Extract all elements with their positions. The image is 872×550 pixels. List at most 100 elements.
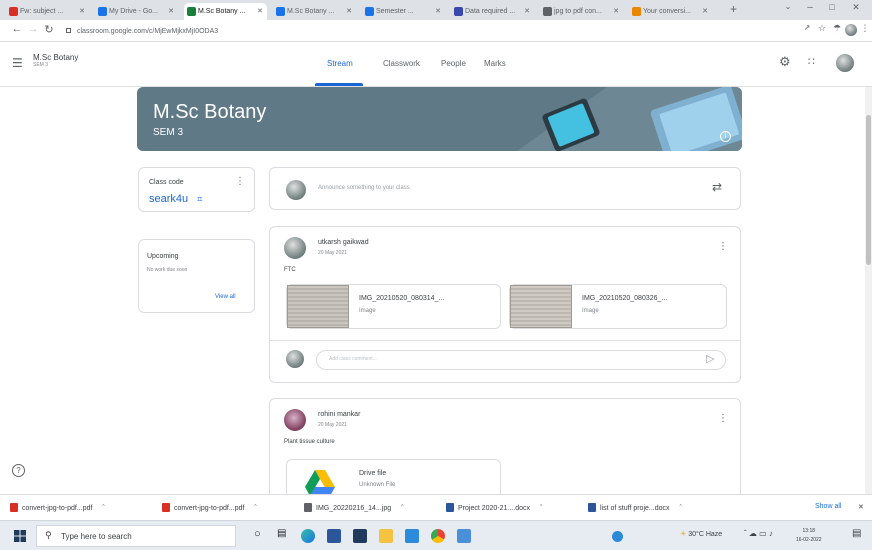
url-field[interactable]: classroom.google.com/c/MjEwMjkxMjI0ODA3	[66, 24, 746, 39]
close-tab-icon[interactable]: ✕	[613, 3, 619, 20]
cortana-icon[interactable]: ○	[254, 528, 261, 540]
maximize-button[interactable]: □	[822, 2, 842, 12]
tab-search-button[interactable]: ⌄	[778, 2, 798, 11]
tab-stream[interactable]: Stream	[327, 59, 353, 68]
word-file-icon	[588, 503, 596, 512]
settings-gear-icon[interactable]: ⚙	[779, 54, 791, 70]
chevron-up-icon: ˆ	[401, 505, 404, 512]
class-code-value: seark4u ⌗	[149, 193, 203, 205]
banner-class-title[interactable]: M.Sc Botany	[153, 101, 266, 124]
tab-marks[interactable]: Marks	[484, 59, 506, 68]
post-more-icon[interactable]: ⋮	[718, 241, 728, 252]
tab-title: Semester ...	[376, 8, 414, 15]
banner-section: SEM 3	[153, 127, 184, 138]
repost-icon[interactable]: ⇄	[712, 180, 722, 194]
share-icon[interactable]: ↗	[800, 23, 814, 32]
class-section: SEM 3	[33, 62, 49, 68]
tab-favicon-icon	[276, 7, 285, 16]
class-code-more-icon[interactable]: ⋮	[235, 176, 245, 187]
extensions-icon[interactable]: ☂	[830, 23, 844, 34]
close-tab-icon[interactable]: ✕	[79, 3, 85, 20]
post-more-icon[interactable]: ⋮	[718, 413, 728, 424]
post-card: rohini mankar 20 May 2021 ⋮ Plant tissue…	[269, 398, 741, 508]
task-view-icon[interactable]: ▤	[277, 528, 286, 539]
announce-card[interactable]: Announce something to your class ⇄	[269, 167, 741, 210]
reload-button[interactable]: ↻	[42, 23, 56, 36]
download-item[interactable]: Project 2020-21....docx ˆ	[446, 503, 542, 512]
close-tab-icon[interactable]: ✕	[702, 3, 708, 20]
outlook-icon[interactable]	[405, 529, 419, 543]
browser-menu-icon[interactable]: ⋮	[858, 23, 872, 34]
class-info-icon[interactable]: i	[720, 131, 731, 142]
tray-app-icon[interactable]	[612, 531, 623, 542]
download-item[interactable]: convert-jpg-to-pdf...pdf ˆ	[162, 503, 257, 512]
apps-grid-icon[interactable]: ∷	[808, 55, 815, 68]
downloads-bar: convert-jpg-to-pdf...pdf ˆ convert-jpg-t…	[0, 494, 872, 520]
close-downloads-icon[interactable]: ✕	[858, 503, 864, 511]
close-tab-icon[interactable]: ✕	[257, 3, 263, 20]
comment-input[interactable]: Add class comment...	[316, 350, 726, 370]
help-icon[interactable]: ?	[12, 464, 25, 477]
close-tab-icon[interactable]: ✕	[524, 3, 530, 20]
app-icon[interactable]	[457, 529, 471, 543]
attachment-card[interactable]: IMG_20210520_080326_... Image	[509, 284, 727, 329]
fullscreen-icon[interactable]: ⌗	[197, 194, 202, 204]
tab-title: My Drive - Go...	[109, 8, 159, 15]
browser-tab[interactable]: Semester ... ✕	[362, 3, 445, 20]
file-explorer-icon[interactable]	[379, 529, 393, 543]
show-all-button[interactable]: Show all	[815, 503, 841, 510]
close-tab-icon[interactable]: ✕	[346, 3, 352, 20]
tab-favicon-icon	[9, 7, 18, 16]
class-name-title[interactable]: M.Sc Botany	[33, 53, 78, 62]
notifications-icon[interactable]: ▤	[852, 528, 861, 539]
tray-icons[interactable]: ˆ ☁ ▭ ♪	[744, 529, 773, 538]
browser-tab[interactable]: Your conversi... ✕	[629, 3, 712, 20]
google-drive-icon	[305, 470, 335, 496]
mail-icon[interactable]	[353, 529, 367, 543]
upcoming-title: Upcoming	[147, 253, 179, 260]
weather-widget[interactable]: ☀ 30°C Haze	[680, 530, 722, 538]
upcoming-message: No work due soon	[147, 267, 188, 273]
new-tab-button[interactable]: +	[730, 2, 737, 16]
hamburger-menu-icon[interactable]: ☰	[12, 56, 23, 70]
close-tab-icon[interactable]: ✕	[168, 3, 174, 20]
close-tab-icon[interactable]: ✕	[435, 3, 441, 20]
send-icon[interactable]: ▷	[706, 352, 714, 365]
minimize-button[interactable]: –	[800, 2, 820, 13]
close-window-button[interactable]: ✕	[846, 2, 866, 13]
store-icon[interactable]	[327, 529, 341, 543]
account-avatar[interactable]	[836, 54, 854, 72]
clock[interactable]: 13:18 16-02-2022	[796, 527, 822, 545]
edge-icon[interactable]	[301, 529, 315, 543]
browser-tab[interactable]: My Drive - Go... ✕	[95, 3, 178, 20]
browser-tab[interactable]: jpg to pdf con... ✕	[540, 3, 623, 20]
page-scrollbar[interactable]	[865, 87, 872, 494]
back-button[interactable]: ←	[10, 23, 24, 35]
download-item[interactable]: IMG_20220216_14...jpg ˆ	[304, 503, 403, 512]
classroom-header: ☰ M.Sc Botany SEM 3 Stream Classwork Peo…	[0, 43, 872, 87]
windows-start-icon[interactable]	[14, 530, 26, 542]
attachment-card[interactable]: IMG_20210520_080314_... Image	[286, 284, 501, 329]
bookmark-star-icon[interactable]: ☆	[815, 23, 829, 34]
chrome-icon[interactable]	[431, 529, 445, 543]
tab-favicon-icon	[543, 7, 552, 16]
tab-classwork[interactable]: Classwork	[383, 59, 420, 68]
forward-button[interactable]: →	[26, 23, 40, 35]
browser-tab[interactable]: Fw: subject ... ✕	[6, 3, 89, 20]
chevron-up-icon: ˆ	[539, 505, 543, 512]
scrollbar-thumb[interactable]	[866, 115, 871, 265]
clock-date: 16-02-2022	[796, 537, 822, 543]
announce-placeholder[interactable]: Announce something to your class	[318, 185, 410, 191]
clock-time: 13:18	[802, 528, 816, 534]
browser-tab[interactable]: Data required ... ✕	[451, 3, 534, 20]
attachment-thumbnail	[510, 285, 572, 328]
browser-tab[interactable]: M.Sc Botany ... ✕	[273, 3, 356, 20]
taskbar-search-box[interactable]: ⚲ Type here to search	[36, 525, 236, 547]
upcoming-card: Upcoming No work due soon View all	[138, 239, 255, 313]
view-all-link[interactable]: View all	[215, 294, 236, 300]
browser-tab[interactable]: M.Sc Botany ... ✕	[184, 3, 267, 20]
tab-people[interactable]: People	[441, 59, 466, 68]
download-item[interactable]: list of stuff proje...docx ˆ	[588, 503, 682, 512]
download-item[interactable]: convert-jpg-to-pdf...pdf ˆ	[10, 503, 105, 512]
profile-avatar[interactable]	[845, 24, 857, 36]
